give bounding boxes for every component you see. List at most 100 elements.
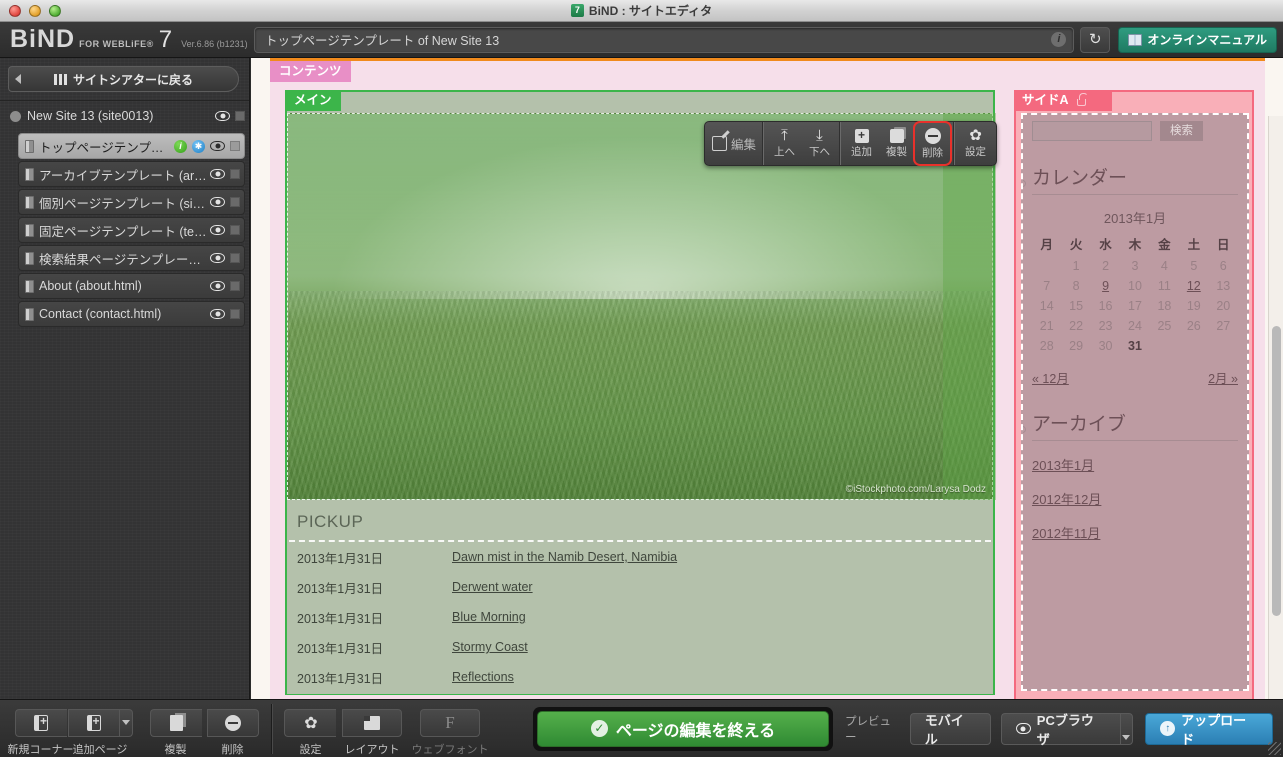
sidebar-item-about[interactable]: About (about.html) xyxy=(18,273,245,299)
calendar-prev-month-link[interactable]: « 12月 xyxy=(1032,368,1069,387)
scrollbar-thumb[interactable] xyxy=(1272,326,1281,616)
visibility-eye-icon[interactable] xyxy=(210,197,225,207)
search-input[interactable] xyxy=(1032,121,1152,141)
page-title-field[interactable]: トップページテンプレート of New Site 13 i xyxy=(254,26,1075,53)
chevron-down-icon xyxy=(121,720,130,725)
sidebar-item-label: About (about.html) xyxy=(39,279,142,293)
visibility-eye-icon[interactable] xyxy=(210,281,225,291)
finish-editing-button[interactable]: ✓ ページの編集を終える xyxy=(536,710,829,747)
block-add-button[interactable]: + 追加 xyxy=(844,122,879,165)
pickup-date: 2013年1月31日 xyxy=(297,641,384,656)
delete-button[interactable] xyxy=(206,708,259,737)
list-item[interactable]: 2013年1月31日 Stormy Coast xyxy=(287,632,993,662)
info-icon[interactable]: i xyxy=(1051,32,1067,47)
zone-tag-sidea[interactable]: サイドA xyxy=(1014,90,1112,111)
select-checkbox[interactable] xyxy=(230,197,240,207)
archive-link[interactable]: 2012年11月 xyxy=(1032,523,1238,542)
select-checkbox[interactable] xyxy=(230,225,240,235)
block-move-up-button[interactable]: ⤒ 上へ xyxy=(767,122,802,165)
block-delete-button[interactable]: 削除 xyxy=(913,121,952,166)
pickup-link[interactable]: Blue Morning xyxy=(452,610,526,624)
list-item[interactable]: 2013年1月31日 Reflections xyxy=(287,662,993,692)
visibility-eye-icon[interactable] xyxy=(215,111,230,121)
block-move-down-button[interactable]: ⤓ 下へ xyxy=(802,122,837,165)
select-checkbox[interactable] xyxy=(230,169,240,179)
duplicate-icon xyxy=(169,714,183,731)
block-settings-button[interactable]: ✿ 設定 xyxy=(958,122,993,165)
block-edit-button[interactable]: 編集 xyxy=(708,122,760,165)
webfont-button[interactable]: F xyxy=(419,708,480,737)
delete-wrap: 削除 xyxy=(204,708,261,757)
sidebar-item-fixed-page-template[interactable]: 固定ページテンプレート (templ... xyxy=(18,217,245,243)
pc-browser-dropdown-button[interactable] xyxy=(1119,712,1134,745)
resize-grip[interactable] xyxy=(1268,742,1281,755)
select-checkbox[interactable] xyxy=(230,281,240,291)
list-item[interactable]: 2013年1月31日 Blue Morning xyxy=(287,602,993,632)
block-duplicate-label: 複製 xyxy=(886,145,907,158)
layout-button[interactable] xyxy=(341,708,402,737)
block-toolbar-group-actions: + 追加 複製 削除 xyxy=(840,121,954,166)
tree-root-site[interactable]: New Site 13 (site0013) xyxy=(0,101,249,131)
info-icon[interactable]: i xyxy=(174,139,187,153)
upload-icon: ↑ xyxy=(1160,721,1176,736)
brand-name: BiND xyxy=(10,25,76,53)
pickup-link[interactable]: Dawn mist in the Namib Desert, Namibia xyxy=(452,550,677,564)
sidebar-item-search-result-template[interactable]: 検索結果ページテンプレート (s... xyxy=(18,245,245,271)
calendar-day-link[interactable]: 12 xyxy=(1179,276,1208,296)
visibility-eye-icon[interactable] xyxy=(210,141,225,151)
settings-button[interactable]: ✿ xyxy=(284,708,337,737)
sidebar-item-contact[interactable]: Contact (contact.html) xyxy=(18,301,245,327)
zone-tag-contents[interactable]: コンテンツ xyxy=(270,61,351,82)
contents-zone[interactable]: コンテンツ メイン サイドA ©iStockphoto.com/Larysa D… xyxy=(270,61,1265,699)
pc-browser-button[interactable]: PCブラウザ xyxy=(1001,712,1120,747)
new-corner-button[interactable] xyxy=(14,708,67,737)
zone-tag-main[interactable]: メイン xyxy=(285,90,341,111)
list-item[interactable]: 2013年1月31日 Derwent water xyxy=(287,572,993,602)
main-block[interactable]: ©iStockphoto.com/Larysa Dodz PICKUP 2013… xyxy=(285,90,996,695)
add-page-dropdown-button[interactable] xyxy=(119,708,133,737)
pickup-divider xyxy=(289,540,991,542)
canvas-scrollbar[interactable] xyxy=(1268,116,1283,699)
reload-icon[interactable]: ↻ xyxy=(1080,26,1111,53)
sidebar-item-top-page-template[interactable]: トップページテンプレー... i ✱ xyxy=(18,133,245,159)
back-to-site-theater-button[interactable]: サイトシアターに戻る xyxy=(8,66,239,92)
visibility-eye-icon[interactable] xyxy=(210,253,225,263)
sidebar-item-single-template[interactable]: 個別ページテンプレート (single... xyxy=(18,189,245,215)
page-icon xyxy=(25,167,34,181)
calendar-next-month-link[interactable]: 2月 » xyxy=(1208,368,1238,387)
duplicate-wrap: 複製 xyxy=(147,708,204,757)
calendar-day-link[interactable]: 9 xyxy=(1091,276,1120,296)
visibility-eye-icon[interactable] xyxy=(210,169,225,179)
visibility-eye-icon[interactable] xyxy=(210,225,225,235)
archive-link[interactable]: 2012年12月 xyxy=(1032,489,1238,508)
root-row-icons xyxy=(215,111,249,121)
gear-icon[interactable]: ✱ xyxy=(192,139,205,153)
visibility-eye-icon[interactable] xyxy=(210,309,225,319)
list-item[interactable]: 2013年1月31日 Dawn mist in the Namib Desert… xyxy=(287,542,993,572)
search-button[interactable]: 検索 xyxy=(1160,121,1203,141)
upload-button[interactable]: ↑ アップロード xyxy=(1145,712,1273,747)
image-credit: ©iStockphoto.com/Larysa Dodz xyxy=(845,484,986,495)
pickup-link[interactable]: Derwent water xyxy=(452,580,533,594)
pickup-link[interactable]: Reflections xyxy=(452,670,514,684)
select-checkbox[interactable] xyxy=(230,253,240,263)
select-checkbox[interactable] xyxy=(235,111,245,121)
search-widget[interactable]: 検索 xyxy=(1032,121,1238,141)
side-a-block[interactable]: 検索 カレンダー 2013年1月 月 火 水 木 金 土 日 1 2 3 4 5… xyxy=(1014,90,1254,699)
row-icons xyxy=(210,169,244,179)
mobile-preview-button[interactable]: モバイル xyxy=(909,712,992,747)
duplicate-button[interactable] xyxy=(149,708,202,737)
calendar-day: 8 xyxy=(1072,279,1080,293)
pickup-block[interactable]: PICKUP 2013年1月31日 Dawn mist in the Namib… xyxy=(287,504,993,694)
block-duplicate-button[interactable]: 複製 xyxy=(879,122,914,165)
sidebar-item-archive-template[interactable]: アーカイブテンプレート (archiv... xyxy=(18,161,245,187)
pickup-link[interactable]: Stormy Coast xyxy=(452,640,528,654)
online-manual-button[interactable]: オンラインマニュアル xyxy=(1118,26,1277,53)
select-checkbox[interactable] xyxy=(230,309,240,319)
lock-open-icon[interactable] xyxy=(1076,92,1088,106)
add-page-button[interactable] xyxy=(67,708,120,737)
hero-image-block[interactable]: ©iStockphoto.com/Larysa Dodz xyxy=(287,113,993,500)
select-checkbox[interactable] xyxy=(230,141,240,151)
side-a-widget-area[interactable]: 検索 カレンダー 2013年1月 月 火 水 木 金 土 日 1 2 3 4 5… xyxy=(1021,113,1249,691)
archive-link[interactable]: 2013年1月 xyxy=(1032,455,1238,474)
